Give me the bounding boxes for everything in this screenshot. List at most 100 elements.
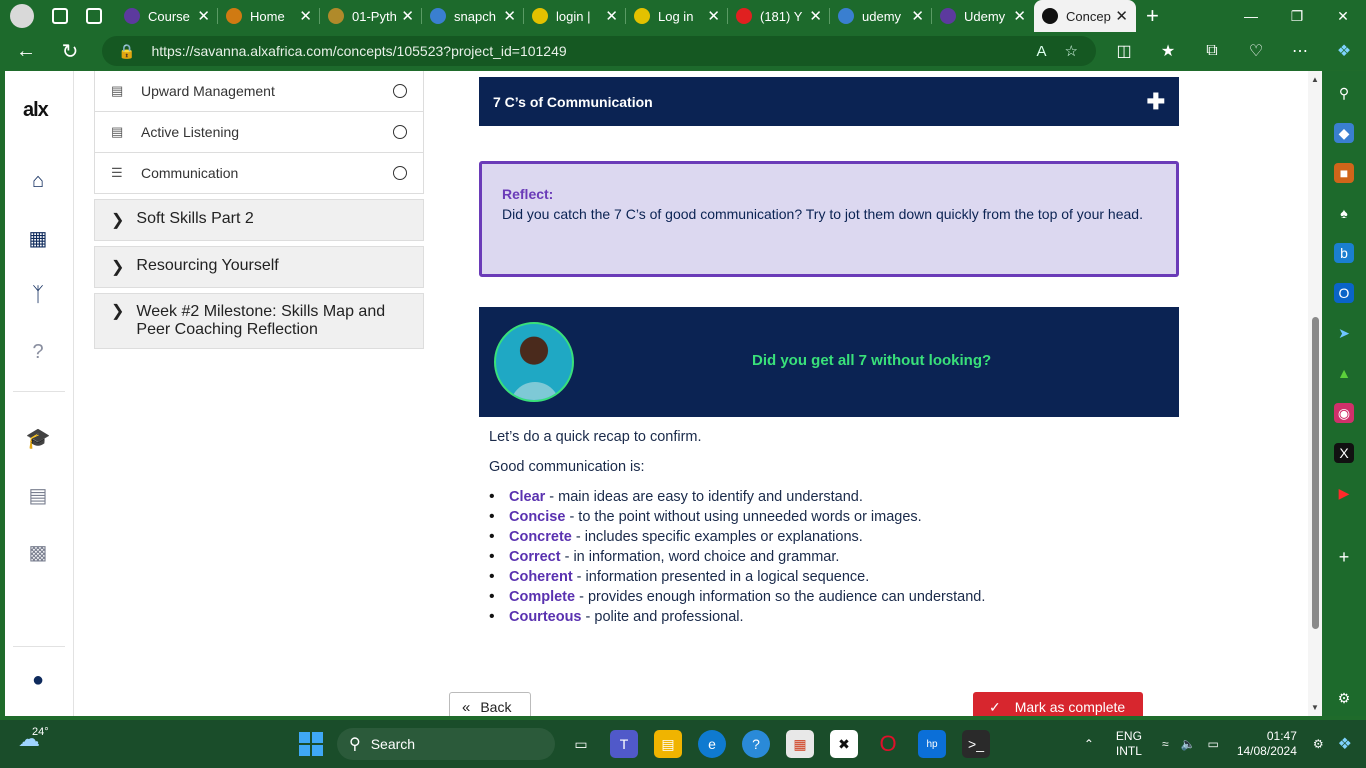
close-tab-icon[interactable]: ✕ (707, 7, 720, 25)
taskbar-search[interactable]: ⚲ Search (337, 728, 555, 760)
outlook-icon[interactable]: O (1334, 283, 1354, 303)
edge-icon[interactable]: e (698, 730, 726, 758)
browser-tab[interactable]: snapch ✕ (422, 0, 524, 32)
battery-icon[interactable]: ▭ (1207, 737, 1218, 751)
split-screen-icon[interactable]: ◫ (1102, 41, 1146, 61)
notification-icon[interactable]: ⚙ (1313, 737, 1324, 751)
section-soft-skills-part-2[interactable]: ❯ Soft Skills Part 2 (94, 199, 424, 241)
teams-icon[interactable]: T (610, 730, 638, 758)
refresh-icon[interactable]: ↻ (52, 36, 88, 66)
x-icon[interactable]: X (1334, 443, 1354, 463)
tab-actions-icon[interactable] (86, 8, 102, 24)
scroll-thumb[interactable] (1312, 317, 1319, 629)
browser-tab[interactable]: udemy ✕ (830, 0, 932, 32)
browser-tab[interactable]: (181) Y ✕ (728, 0, 830, 32)
scroll-up-icon[interactable]: ▲ (1311, 75, 1319, 84)
close-tab-icon[interactable]: ✕ (197, 7, 210, 25)
favorite-star-icon[interactable]: ☆ (1065, 42, 1078, 60)
calendar-icon[interactable]: ▦ (26, 226, 50, 250)
workspaces-icon[interactable] (52, 8, 68, 24)
store-icon[interactable]: ▦ (786, 730, 814, 758)
volume-icon[interactable]: 🔈 (1181, 737, 1196, 751)
term: Courteous (509, 609, 582, 625)
close-tab-icon[interactable]: ✕ (809, 7, 822, 25)
clock[interactable]: 01:47 14/08/2024 (1237, 729, 1297, 759)
document-nav-icon[interactable]: ▤ (26, 483, 50, 507)
address-bar[interactable]: 🔒 https://savanna.alxafrica.com/concepts… (102, 36, 1096, 66)
wifi-icon[interactable]: ≈ (1162, 737, 1169, 751)
browser-tab[interactable]: Concep ✕ (1034, 0, 1136, 32)
copilot-taskbar-icon[interactable]: ❖ (1338, 734, 1352, 754)
sidebar-item-communication[interactable]: ☰ Communication (94, 153, 424, 194)
profile-icon[interactable] (10, 4, 34, 28)
more-menu-icon[interactable]: ⋯ (1278, 41, 1322, 61)
url-text[interactable]: https://savanna.alxafrica.com/concepts/1… (151, 43, 1036, 59)
page-scrollbar[interactable]: ▲ ▼ (1308, 71, 1322, 716)
read-aloud-icon[interactable]: A (1037, 43, 1047, 60)
start-button[interactable] (299, 732, 323, 756)
search-placeholder: Search (370, 736, 416, 752)
back-button[interactable]: « Back (449, 692, 531, 716)
myhp-icon[interactable]: hp (918, 730, 946, 758)
telegram-icon[interactable]: ➤ (1334, 323, 1354, 343)
close-tab-icon[interactable]: ✕ (1013, 7, 1026, 25)
language-indicator[interactable]: ENG INTL (1116, 729, 1142, 759)
browser-tab[interactable]: 01-Pyth ✕ (320, 0, 422, 32)
browser-tab[interactable]: Course ✕ (116, 0, 218, 32)
lock-icon[interactable]: 🔒 (118, 43, 135, 60)
plus-icon[interactable]: ✚ (1147, 89, 1165, 115)
back-arrow-icon[interactable]: ← (8, 36, 44, 66)
new-tab-button[interactable]: + (1146, 3, 1159, 29)
minimize-button[interactable]: — (1228, 0, 1274, 32)
instagram-icon[interactable]: ◉ (1334, 403, 1354, 423)
close-window-button[interactable]: ✕ (1320, 0, 1366, 32)
bing-icon[interactable]: b (1334, 243, 1354, 263)
scroll-down-icon[interactable]: ▼ (1311, 703, 1319, 712)
chevron-up-icon[interactable]: ⌃ (1084, 737, 1094, 751)
close-tab-icon[interactable]: ✕ (503, 7, 516, 25)
home-icon[interactable]: ⌂ (26, 169, 50, 193)
add-app-icon[interactable]: + (1334, 547, 1354, 567)
term-desc: - information presented in a logical seq… (572, 569, 870, 585)
opera-icon[interactable]: O (874, 730, 902, 758)
help-app-icon[interactable]: ? (742, 730, 770, 758)
section-resourcing-yourself[interactable]: ❯ Resourcing Yourself (94, 246, 424, 288)
terminal-icon[interactable]: >_ (962, 730, 990, 758)
sidebar-item-active-listening[interactable]: ▤ Active Listening (94, 112, 424, 153)
close-tab-icon[interactable]: ✕ (1115, 7, 1128, 25)
close-tab-icon[interactable]: ✕ (401, 7, 414, 25)
alx-logo[interactable]: alx (23, 99, 49, 122)
accordion-7cs[interactable]: 7 C’s of Communication ✚ (479, 77, 1179, 126)
browser-tab[interactable]: login | ✕ (524, 0, 626, 32)
user-icon[interactable]: ● (26, 668, 50, 692)
copilot-icon[interactable]: ❖ (1322, 41, 1366, 61)
capcut-icon[interactable]: ✖ (830, 730, 858, 758)
youtube-icon[interactable]: ▶ (1334, 483, 1354, 503)
collections-icon[interactable]: ⧉ (1190, 42, 1234, 60)
search-icon[interactable]: ⚲ (1334, 83, 1354, 103)
browser-tab[interactable]: Udemy ✕ (932, 0, 1034, 32)
weather-widget[interactable]: ☁ 24° (18, 726, 49, 752)
close-tab-icon[interactable]: ✕ (605, 7, 618, 25)
branch-icon[interactable]: ᛉ (26, 283, 50, 307)
close-tab-icon[interactable]: ✕ (299, 7, 312, 25)
tree-icon[interactable]: ▲ (1334, 363, 1354, 383)
browser-tab[interactable]: Home ✕ (218, 0, 320, 32)
close-tab-icon[interactable]: ✕ (911, 7, 924, 25)
favorites-icon[interactable]: ★ (1146, 41, 1190, 61)
graduation-cap-icon[interactable]: 🎓 (26, 426, 51, 450)
sidebar-item-upward-management[interactable]: ▤ Upward Management (94, 71, 424, 112)
film-icon[interactable]: ▩ (26, 540, 50, 564)
toolbox-icon[interactable]: ■ (1334, 163, 1354, 183)
shopping-tag-icon[interactable]: ◆ (1334, 123, 1354, 143)
task-view-icon[interactable]: ▭ (567, 730, 595, 758)
mark-as-complete-button[interactable]: ✓ Mark as complete (973, 692, 1143, 716)
maximize-button[interactable]: ❐ (1274, 0, 1320, 32)
browser-tab[interactable]: Log in ✕ (626, 0, 728, 32)
settings-icon[interactable]: ⚙ (1334, 688, 1354, 708)
file-explorer-icon[interactable]: ▤ (654, 730, 682, 758)
section-week-2-milestone[interactable]: ❯ Week #2 Milestone: Skills Map and Peer… (94, 293, 424, 349)
performance-icon[interactable]: ♡ (1234, 41, 1278, 61)
help-icon[interactable]: ? (26, 340, 50, 364)
games-icon[interactable]: ♠ (1334, 203, 1354, 223)
